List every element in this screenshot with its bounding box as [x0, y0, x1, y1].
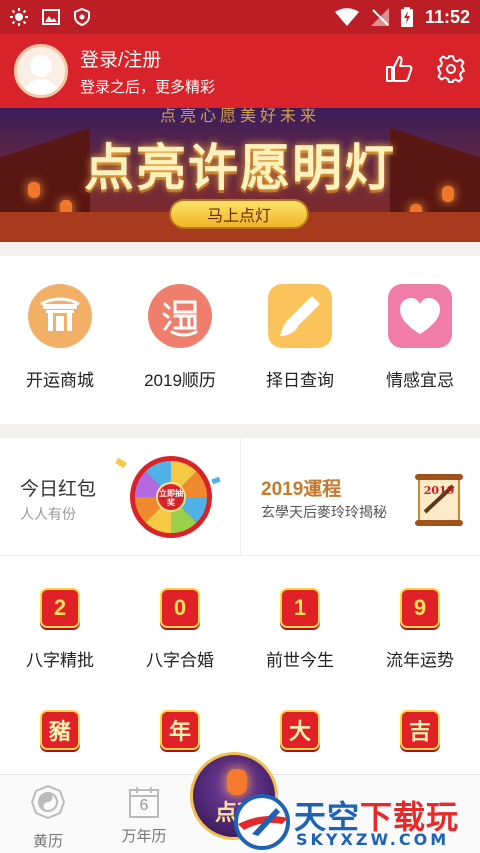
fortune-2019-card[interactable]: 2019運程 玄學天后麥玲玲揭秘 2019	[240, 438, 480, 556]
wifi-icon	[334, 8, 359, 26]
red-packet-card[interactable]: 今日红包 人人有份 立即抽奖	[0, 438, 240, 556]
tab-calendar[interactable]: 6 万年历	[96, 775, 192, 853]
fortune-label: 流年运势	[386, 651, 454, 670]
red-tile-icon: 大	[280, 710, 320, 750]
wish-lantern-banner[interactable]: 点亮心愿美好未来 点亮许愿明灯 马上点灯	[0, 108, 480, 242]
login-subtitle: 登录之后，更多精彩	[80, 79, 216, 96]
red-tile-icon: 1	[280, 588, 320, 628]
fortune-yearly-luck[interactable]: 9 流年运势	[360, 588, 480, 671]
scroll-text: 2019	[423, 484, 455, 497]
login-block[interactable]: 登录/注册 登录之后，更多精彩	[80, 45, 215, 97]
taiji-icon	[30, 784, 66, 824]
fortune-2019-subtitle: 玄學天后麥玲玲揭秘	[261, 504, 387, 520]
fortune-bazi-marriage[interactable]: 0 八字合婚	[120, 588, 240, 671]
red-tile-icon: 9	[400, 588, 440, 628]
divider	[0, 242, 480, 256]
shortcut-shop[interactable]: 开运商城	[0, 284, 120, 391]
heart-icon	[388, 284, 452, 348]
light-lamp-button[interactable]: 马上点灯	[169, 199, 309, 229]
calendar-glyph-icon	[148, 284, 212, 348]
no-signal-icon	[370, 8, 389, 26]
shortcut-grid: 开运商城 2019顺历 择日查询 情感宜忌	[0, 284, 480, 391]
red-tile-icon: 0	[160, 588, 200, 628]
banner-headline: 点亮许愿明灯	[84, 138, 396, 197]
brightness-icon	[10, 8, 28, 26]
promo-row: 今日红包 人人有份 立即抽奖 2019運程 玄學天后麥玲玲揭秘 2019	[0, 438, 480, 556]
red-packet-subtitle: 人人有份	[20, 506, 76, 522]
shortcut-label: 2019顺历	[144, 371, 216, 390]
gear-icon[interactable]	[436, 54, 466, 89]
shield-icon	[74, 8, 90, 26]
profile-header: 登录/注册 登录之后，更多精彩	[0, 34, 480, 108]
calendar-icon: 6	[127, 785, 161, 819]
tab-almanac[interactable]: 黄历	[0, 775, 96, 853]
battery-charging-icon	[400, 7, 413, 27]
fortune-label: 前世今生	[266, 651, 334, 670]
banner-top-text: 点亮心愿美好未来	[159, 108, 320, 125]
tab-label: 黄历	[32, 833, 63, 850]
gallery-icon	[42, 9, 60, 25]
tab-label: 万年历	[121, 828, 167, 845]
fortune-label: 八字合婚	[146, 651, 214, 670]
wheel-text: 立即抽奖	[159, 489, 183, 507]
fortune-2019-title: 2019運程	[261, 479, 342, 500]
status-time: 11:52	[424, 6, 470, 27]
avatar[interactable]	[14, 44, 68, 98]
red-tile-icon: 豬	[40, 710, 80, 750]
fortune-bazi-detail[interactable]: 2 八字精批	[0, 588, 120, 671]
red-packet-title: 今日红包	[20, 479, 97, 500]
thumbs-up-icon[interactable]	[384, 54, 414, 89]
fortune-grid: 2 八字精批 0 八字合婚 1 前世今生 9 流年运势	[0, 588, 480, 671]
fortune-grid-row2: 豬 年 大 吉	[0, 710, 480, 750]
scroll-icon: 2019	[413, 472, 465, 528]
red-tile-icon: 年	[160, 710, 200, 750]
lucky-wheel-icon: 立即抽奖	[128, 454, 214, 540]
shortcut-label: 情感宜忌	[386, 371, 454, 390]
gate-icon	[28, 284, 92, 348]
watermark-icon	[234, 794, 290, 850]
fortune-tile[interactable]: 豬	[0, 710, 120, 750]
fortune-tile[interactable]: 大	[240, 710, 360, 750]
divider	[0, 424, 480, 438]
calendar-day: 6	[139, 797, 149, 814]
fortune-label: 八字精批	[26, 651, 94, 670]
fortune-tile[interactable]: 年	[120, 710, 240, 750]
watermark-en: SKYXZW.COM	[296, 830, 450, 849]
shortcut-label: 择日查询	[266, 371, 334, 390]
fortune-past-life[interactable]: 1 前世今生	[240, 588, 360, 671]
status-bar: 11:52	[0, 0, 480, 34]
shortcut-date-query[interactable]: 择日查询	[240, 284, 360, 391]
login-title[interactable]: 登录/注册	[80, 45, 215, 72]
red-tile-icon: 2	[40, 588, 80, 628]
shortcut-emotion[interactable]: 情感宜忌	[360, 284, 480, 391]
red-tile-icon: 吉	[400, 710, 440, 750]
watermark-logo: 天空下载玩 SKYXZW.COM	[232, 790, 480, 853]
brush-icon	[268, 284, 332, 348]
shortcut-label: 开运商城	[26, 371, 94, 390]
shortcut-almanac-2019[interactable]: 2019顺历	[120, 284, 240, 391]
fortune-tile[interactable]: 吉	[360, 710, 480, 750]
